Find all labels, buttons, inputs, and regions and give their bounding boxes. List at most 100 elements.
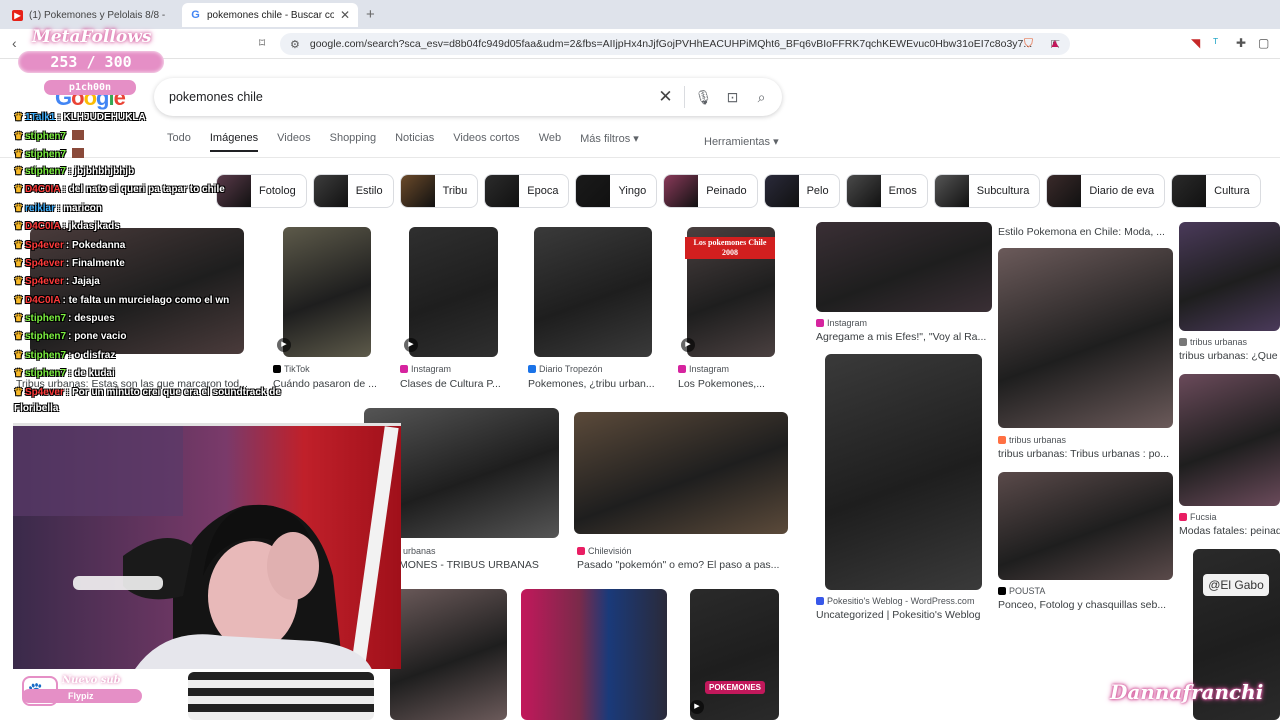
result-source: Diario Tropezón: [528, 364, 668, 374]
chat-text: del nato si queri pa tapar to chile: [68, 184, 225, 195]
chip-epoca[interactable]: Epoca: [484, 174, 570, 208]
new-tab-icon[interactable]: +: [366, 6, 375, 23]
result-title[interactable]: tribus urbanas: Tribus urbanas : po...: [998, 448, 1170, 460]
chip-pelo[interactable]: Pelo: [763, 174, 840, 208]
image-result[interactable]: [998, 248, 1173, 428]
source-label: Instagram: [827, 318, 868, 328]
back-arrow-icon[interactable]: ‹: [12, 35, 17, 51]
chat-message: ♛ stiphen7: despues: [14, 313, 115, 324]
crown-badge-icon: ♛: [14, 131, 23, 142]
result-title[interactable]: Pokemones, ¿tribu urban...: [528, 378, 668, 390]
brave-shield-icon[interactable]: ⛉: [1024, 36, 1033, 51]
puzzle-extensions-icon[interactable]: ✚: [1236, 36, 1246, 50]
camera-lens-icon[interactable]: ⊡: [718, 89, 747, 106]
tab-noticias[interactable]: Noticias: [395, 132, 434, 152]
search-input[interactable]: pokemones chile: [169, 90, 651, 104]
chat-text: Floribella: [14, 403, 59, 414]
chip-thumbnail: [1047, 175, 1082, 207]
result-title[interactable]: Pasado "pokemón" o emo? El paso a pas...: [577, 559, 787, 571]
chip-estilo[interactable]: Estilo: [312, 174, 394, 208]
chat-message: ♛ stiphen7: o disfraz: [14, 350, 115, 361]
result-title[interactable]: Modas fatales: peinad: [1179, 525, 1280, 537]
search-box[interactable]: pokemones chile ✕ 🎙 ⊡ ⌕: [154, 78, 782, 116]
clear-icon[interactable]: ✕: [651, 87, 680, 107]
tab-mas-filtros[interactable]: Más filtros ▾: [580, 132, 639, 152]
result-title[interactable]: Ponceo, Fotolog y chasquillas seb...: [998, 599, 1170, 611]
tab-videos[interactable]: Videos: [277, 132, 310, 152]
image-result[interactable]: [1179, 222, 1280, 331]
chip-label: Pelo: [806, 185, 829, 197]
chat-message: ♛ stiphen7: [14, 148, 85, 160]
image-result[interactable]: [390, 589, 507, 720]
crown-badge-icon: ♛: [14, 184, 23, 195]
close-tab-icon[interactable]: ✕: [340, 8, 350, 22]
image-result[interactable]: [690, 589, 779, 720]
tab-videos-cortos[interactable]: Videos cortos: [453, 132, 519, 152]
bookmark-icon[interactable]: ⌑: [259, 36, 265, 50]
translate-extension-icon[interactable]: ᵀ: [1213, 36, 1218, 50]
brave-rewards-icon[interactable]: ▲: [1049, 36, 1061, 50]
image-result[interactable]: [409, 227, 498, 357]
chat-text: Por un minuto crei que era el soundtrack…: [72, 387, 281, 398]
tab-youtube[interactable]: ▶ (1) Pokemones y Pelolais 8/8 - YouTube: [4, 3, 176, 27]
result-title[interactable]: Clases de Cultura P...: [400, 378, 510, 390]
tab-shopping[interactable]: Shopping: [330, 132, 377, 152]
microphone-icon[interactable]: 🎙: [689, 89, 718, 106]
result-source: Fucsia: [1179, 512, 1279, 522]
follow-goal-counter: 253 / 300: [18, 51, 164, 73]
search-icon[interactable]: ⌕: [747, 89, 776, 106]
result-title[interactable]: tribus urbanas: ¿Que s...: [1179, 350, 1280, 362]
source-label: Instagram: [689, 364, 730, 374]
result-title[interactable]: Estilo Pokemona en Chile: Moda, ...: [998, 226, 1166, 238]
chip-fotolog[interactable]: Fotolog: [216, 174, 307, 208]
tab-imagenes[interactable]: Imágenes: [209, 132, 259, 152]
tab-web[interactable]: Web: [539, 132, 561, 152]
tab-google-search[interactable]: G pokemones chile - Buscar con Google ✕: [182, 3, 358, 27]
window-menu-icon[interactable]: ▢: [1258, 36, 1269, 50]
chip-label: Yingo: [618, 185, 647, 197]
image-result[interactable]: [816, 222, 992, 312]
chip-cultura[interactable]: Cultura: [1171, 174, 1261, 208]
result-title[interactable]: Cuándo pasaron de ...: [273, 378, 383, 390]
image-result[interactable]: [998, 472, 1173, 580]
chip-peinado[interactable]: Peinado: [663, 174, 758, 208]
extension-icon[interactable]: ◥: [1191, 36, 1200, 50]
blogger-icon: [998, 436, 1006, 444]
related-search-chips: Fotolog Estilo Tribu Epoca Yingo Peinado…: [216, 174, 1267, 208]
image-result[interactable]: [188, 672, 374, 720]
chat-message: ♛ D4C0IA: jkdasjkads: [14, 221, 120, 232]
image-result[interactable]: [574, 412, 788, 534]
fucsia-icon: [1179, 513, 1187, 521]
chat-username: Sp4ever: [24, 387, 64, 398]
result-title[interactable]: Los Pokemones,...: [678, 378, 788, 390]
chat-username: Sp4ever: [24, 258, 64, 269]
chat-message: ♛ stiphen7: de kudai: [14, 368, 115, 379]
chip-emos[interactable]: Emos: [845, 174, 928, 208]
chip-subcultura[interactable]: Subcultura: [933, 174, 1041, 208]
new-sub-title: Nuevo sub: [62, 675, 121, 686]
result-title[interactable]: Uncategorized | Pokesitio's Weblog: [816, 609, 994, 621]
tab-todo[interactable]: Todo: [167, 132, 191, 152]
herramientas-button[interactable]: Herramientas ▾: [704, 135, 779, 148]
chip-yingo[interactable]: Yingo: [575, 174, 658, 208]
image-result[interactable]: [1179, 374, 1280, 506]
image-result[interactable]: [283, 227, 371, 357]
play-icon: ▶: [277, 338, 291, 352]
url-bar[interactable]: ⚙ google.com/search?sca_esv=d8b04fc949d0…: [280, 33, 1070, 55]
result-title[interactable]: Agregame a mis Efes!", "Voy al Ra...: [816, 331, 988, 343]
chat-username: stiphen7: [24, 131, 67, 142]
el-gabo-tag: @El Gabo: [1203, 574, 1269, 596]
chat-text: Pokedanna: [72, 240, 126, 251]
image-result[interactable]: [534, 227, 652, 357]
image-result[interactable]: [825, 354, 982, 590]
result-banner-text: POKEMONES: [705, 681, 766, 694]
pousta-icon: [998, 587, 1006, 595]
chip-tribu[interactable]: Tribu: [399, 174, 479, 208]
tiktok-icon: [273, 365, 281, 373]
follow-goal-title: MetaFollows: [32, 27, 152, 47]
divider: [0, 157, 1280, 158]
result-title[interactable]: MONES - TRIBUS URBANAS: [399, 559, 559, 571]
site-info-icon[interactable]: ⚙: [290, 38, 300, 51]
chip-diario-de-eva[interactable]: Diario de eva: [1046, 174, 1166, 208]
image-result[interactable]: [521, 589, 667, 720]
